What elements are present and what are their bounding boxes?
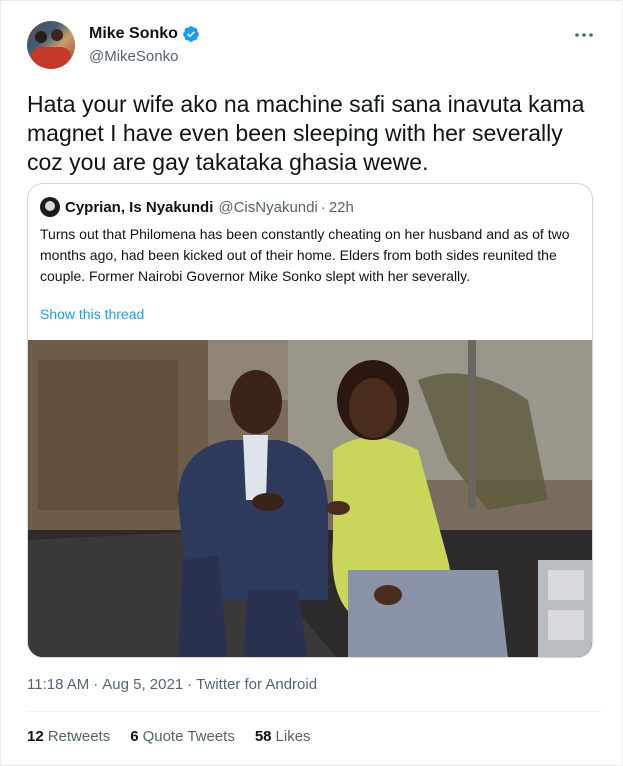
quote-tweets-stat[interactable]: 6 Quote Tweets (130, 728, 235, 745)
tweet-source[interactable]: Twitter for Android (196, 676, 317, 693)
quote-tweets-count: 6 (130, 728, 139, 745)
quoted-separator: · (320, 198, 326, 216)
more-options-icon[interactable] (572, 25, 596, 45)
meta-separator-2: · (187, 676, 193, 693)
quote-tweets-label: Quote Tweets (142, 728, 235, 745)
author-avatar[interactable] (27, 21, 75, 69)
retweets-count: 12 (27, 728, 44, 745)
tweet-meta: 11:18 AM · Aug 5, 2021 · Twitter for Android (27, 676, 317, 693)
author-display-name[interactable]: Mike Sonko (89, 25, 178, 43)
tweet-date[interactable]: Aug 5, 2021 (102, 676, 183, 693)
tweet-header: Mike Sonko @MikeSonko (27, 17, 602, 73)
quoted-tweet[interactable]: Cyprian, Is Nyakundi @CisNyakundi · 22h … (27, 183, 593, 658)
quoted-author-name[interactable]: Cyprian, Is Nyakundi (65, 199, 213, 216)
quoted-author-handle[interactable]: @CisNyakundi (218, 199, 317, 216)
tweet-card: Mike Sonko @MikeSonko Hata your wife ako… (0, 0, 623, 766)
show-thread-link[interactable]: Show this thread (40, 306, 144, 322)
author-handle[interactable]: @MikeSonko (89, 48, 178, 65)
author-name-row: Mike Sonko (89, 25, 200, 43)
quoted-timestamp[interactable]: 22h (329, 199, 354, 216)
quoted-tweet-photo[interactable] (28, 340, 592, 657)
tweet-stats: 12 Retweets 6 Quote Tweets 58 Likes (27, 728, 331, 745)
likes-label: Likes (275, 728, 311, 745)
quoted-author-avatar[interactable] (40, 197, 60, 217)
divider (27, 711, 602, 712)
retweets-stat[interactable]: 12 Retweets (27, 728, 110, 745)
tweet-text: Hata your wife ako na machine safi sana … (27, 91, 585, 175)
verified-badge-icon (183, 26, 199, 42)
retweets-label: Retweets (47, 728, 111, 745)
likes-count: 58 (254, 728, 272, 745)
quoted-tweet-text: Turns out that Philomena has been consta… (40, 226, 570, 284)
tweet-time[interactable]: 11:18 AM (27, 676, 89, 693)
meta-separator: · (93, 676, 99, 693)
photo-illustration (28, 340, 592, 657)
quoted-tweet-header: Cyprian, Is Nyakundi @CisNyakundi · 22h (40, 197, 354, 217)
likes-stat[interactable]: 58 Likes (255, 728, 311, 745)
